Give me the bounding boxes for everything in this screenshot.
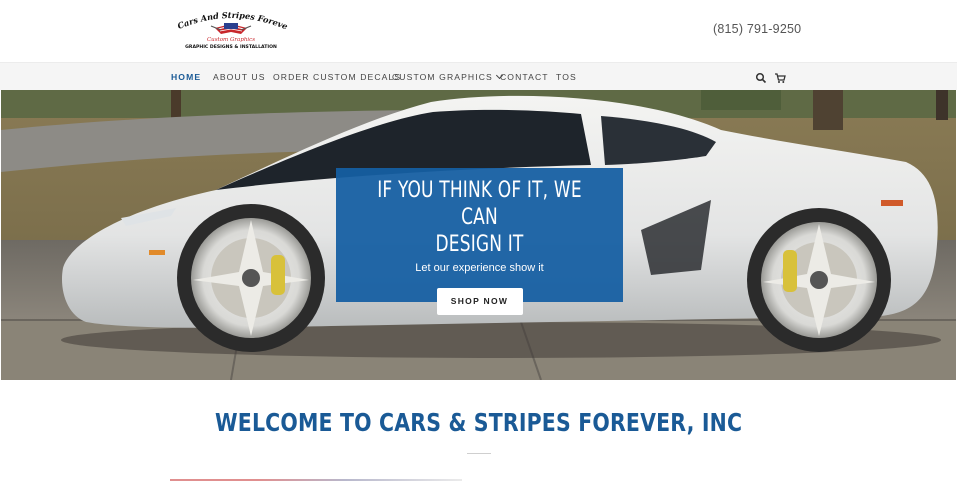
nav-tos[interactable]: TOS xyxy=(556,72,577,82)
nav-custom-graphics[interactable]: CUSTOM GRAPHICS xyxy=(392,71,503,82)
site-header: Cars And Stripes Forever Inc. Custom Gra… xyxy=(0,0,957,62)
rear-wheel xyxy=(747,208,891,352)
nav-about-us[interactable]: ABOUT US xyxy=(213,72,266,82)
shop-now-button[interactable]: SHOP NOW xyxy=(436,288,523,315)
hero-subtitle: Let our experience show it xyxy=(415,262,544,274)
nav-custom-graphics-label: CUSTOM GRAPHICS xyxy=(392,72,493,82)
hero-banner: IF YOU THINK OF IT, WE CAN DESIGN IT Let… xyxy=(1,90,956,380)
nav-home[interactable]: HOME xyxy=(171,72,201,82)
logo-subtitle: Custom Graphics xyxy=(207,37,255,43)
hero-title: IF YOU THINK OF IT, WE CAN DESIGN IT xyxy=(356,177,603,258)
search-icon[interactable] xyxy=(755,71,767,84)
cart-icon[interactable] xyxy=(774,71,786,83)
flag-emblem-icon xyxy=(210,23,252,34)
site-logo[interactable]: Cars And Stripes Forever Inc. Custom Gra… xyxy=(171,8,291,52)
nav-order-custom-decals[interactable]: ORDER CUSTOM DECALS xyxy=(273,72,401,82)
welcome-heading: WELCOME TO CARS & STRIPES FOREVER, INC xyxy=(214,408,743,437)
phone-number-link[interactable]: (815) 791-9250 xyxy=(713,22,801,36)
hero-callout: IF YOU THINK OF IT, WE CAN DESIGN IT Let… xyxy=(336,168,623,315)
logo-tagline: GRAPHIC DESIGNS & INSTALLATION xyxy=(185,44,277,50)
nav-contact[interactable]: CONTACT xyxy=(500,72,549,82)
hero-title-line-2: DESIGN IT xyxy=(435,232,524,257)
hero-title-line-1: IF YOU THINK OF IT, WE CAN xyxy=(377,178,582,230)
front-wheel xyxy=(177,204,325,352)
main-nav: HOME ABOUT US ORDER CUSTOM DECALS CUSTOM… xyxy=(0,62,957,90)
section-divider xyxy=(467,453,491,454)
